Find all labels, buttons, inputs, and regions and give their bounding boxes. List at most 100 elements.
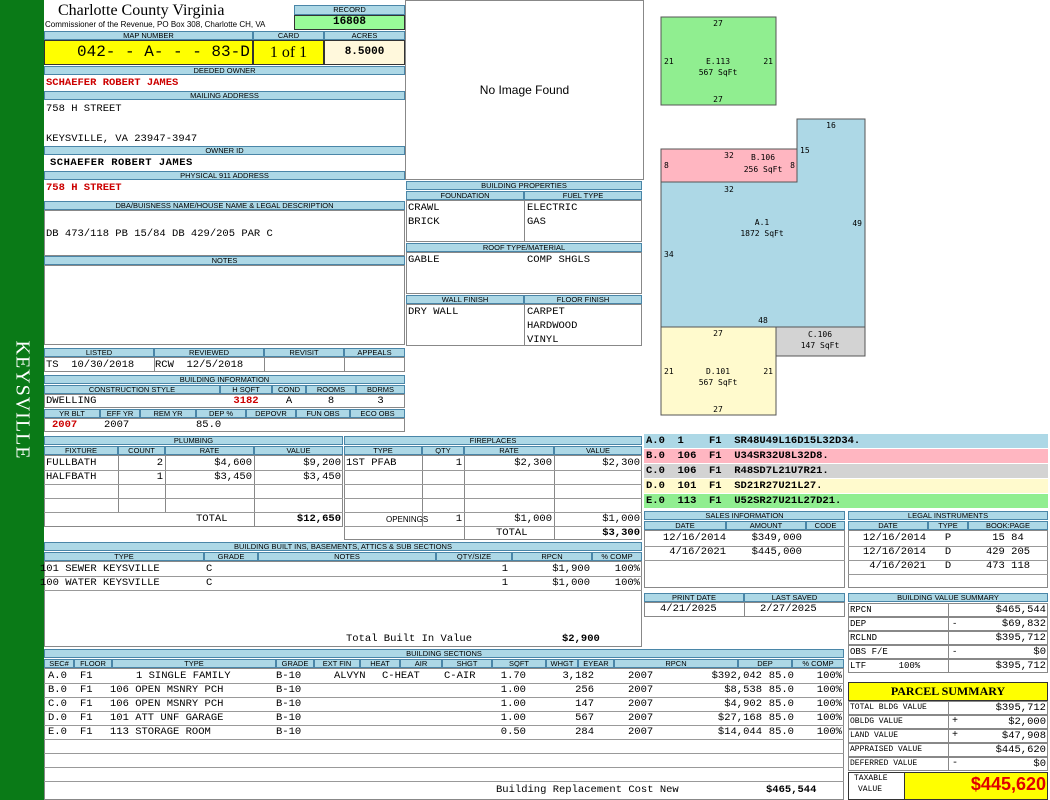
section-col-header: AIR xyxy=(400,659,442,668)
fireplace-rate: $2,300 xyxy=(514,457,552,469)
legal-col-type: TYPE xyxy=(928,521,968,530)
dim-d-top: 27 xyxy=(713,329,723,338)
section-rpcn: $27,168 xyxy=(717,712,762,724)
builtin-grade: C xyxy=(206,563,213,575)
section-eyear: 2007 xyxy=(628,698,654,710)
roof-type: GABLE xyxy=(408,254,440,266)
print-date-value: 4/21/2025 xyxy=(660,603,717,615)
bvs-value: $0 xyxy=(1033,646,1046,658)
fireplaces-col-rate: RATE xyxy=(464,446,554,455)
map-number-label: MAP NUMBER xyxy=(44,31,253,40)
plumbing-fixture: HALFBATH xyxy=(46,471,97,483)
plumbing-count: 1 xyxy=(156,471,163,483)
wall-finish-label: WALL FINISH xyxy=(406,295,524,304)
section-sec: B.0 xyxy=(48,684,67,696)
plumbing-fixture: FULLBATH xyxy=(46,457,97,469)
section-shgt: 0.50 xyxy=(500,726,526,738)
notes-label: NOTES xyxy=(44,256,405,265)
plumbing-rate: $3,450 xyxy=(214,471,252,483)
physical-address-label: PHYSICAL 911 ADDRESS xyxy=(44,171,405,180)
construction-style-label: CONSTRUCTION STYLE xyxy=(44,385,220,394)
section-sqft: 3,182 xyxy=(562,670,594,682)
taxable-label-2: VALUE xyxy=(858,785,883,794)
dep-value: 85.0 xyxy=(196,419,222,431)
parcel-value: $2,000 xyxy=(1008,716,1046,728)
builtins-col-grade: GRADE xyxy=(204,552,258,561)
fireplaces-col-qty: QTY xyxy=(422,446,464,455)
rooms-value: 8 xyxy=(327,395,335,407)
ecoobs-label: ECO OBS xyxy=(350,409,405,418)
section-dep: 85.0 xyxy=(768,670,794,682)
fireplaces-total-value: $3,300 xyxy=(602,527,640,539)
record-label: RECORD xyxy=(294,5,405,15)
vector-row: E.0 113 F1 U52SR27U21L27D21. xyxy=(644,494,1048,509)
vector-row: C.0 106 F1 R48SD7L21U7R21. xyxy=(644,464,1048,479)
openings-value: $1,000 xyxy=(602,513,640,525)
bdrms-value: 3 xyxy=(377,395,384,407)
section-type: 1 SINGLE FAMILY xyxy=(136,670,231,682)
dim-a-15: 15 xyxy=(800,146,810,155)
section-sqft: 147 xyxy=(575,698,594,710)
section-floor: F1 xyxy=(80,712,93,724)
legal-type: P xyxy=(944,532,952,544)
floor-1: CARPET xyxy=(527,306,565,318)
plumbing-col-value: VALUE xyxy=(254,446,343,455)
builtins-total-value: $2,900 xyxy=(562,633,600,645)
section-comp: 100% xyxy=(816,698,842,710)
section-grade: B-10 xyxy=(276,670,302,682)
deeded-owner-label: DEEDED OWNER xyxy=(44,66,405,75)
plumbing-total-label: TOTAL xyxy=(196,513,228,525)
section-shgt: 1.00 xyxy=(500,684,526,696)
listed-label: LISTED xyxy=(44,348,154,357)
section-col-header: SEC# xyxy=(44,659,74,668)
hsqft-value: 3182 xyxy=(233,395,259,407)
section-col-header: WHGT xyxy=(546,659,578,668)
side-bar-label: KEYSVILLE xyxy=(11,340,34,460)
floor-finish-label: FLOOR FINISH xyxy=(524,295,642,304)
section-col-header: FLOOR xyxy=(74,659,112,668)
plumbing-col-fixture: FIXTURE xyxy=(44,446,118,455)
legal-bookpage: 473 118 xyxy=(985,560,1031,572)
section-eyear: 2007 xyxy=(628,670,654,682)
county-title: Charlotte County Virginia xyxy=(58,2,225,19)
last-saved-value: 2/27/2025 xyxy=(760,603,817,615)
legal-date: 12/16/2014 xyxy=(862,546,926,558)
section-sec: D.0 xyxy=(48,712,67,724)
plumbing-col-rate: RATE xyxy=(165,446,254,455)
parcel-summary-label: PARCEL SUMMARY xyxy=(890,684,1006,698)
section-type: 113 STORAGE ROOM xyxy=(110,726,211,738)
taxable-value: $445,620 xyxy=(970,774,1046,794)
wall-finish: DRY WALL xyxy=(408,306,459,318)
reviewed-label: REVIEWED xyxy=(154,348,264,357)
owner-id-value: SCHAEFER ROBERT JAMES xyxy=(50,157,193,169)
remyr-label: REM YR xyxy=(140,409,196,418)
parcel-value: $395,712 xyxy=(995,702,1046,714)
section-sec: C.0 xyxy=(48,698,67,710)
section-col-header: SQFT xyxy=(492,659,546,668)
record-value: 16808 xyxy=(294,15,405,30)
legal-instruments-label: LEGAL INSTRUMENTS xyxy=(848,511,1048,520)
floor-2: HARDWOOD xyxy=(527,320,578,332)
section-col-header: HEAT xyxy=(360,659,400,668)
acres-label: ACRES xyxy=(324,31,405,40)
section-dep: 85.0 xyxy=(768,698,794,710)
bvs-label: RCLND xyxy=(850,633,878,643)
fireplaces-label: FIREPLACES xyxy=(344,436,642,445)
sales-amount: $445,000 xyxy=(751,546,802,558)
dim-b-bot: 32 xyxy=(724,185,734,194)
foundation-2: BRICK xyxy=(408,216,440,228)
section-air: C-AIR xyxy=(444,670,476,682)
area-a-code: A.1 xyxy=(755,218,770,227)
section-col-header: TYPE xyxy=(112,659,276,668)
section-sqft: 256 xyxy=(575,684,594,696)
section-eyear: 2007 xyxy=(628,726,654,738)
brcn-label: Building Replacement Cost New xyxy=(496,784,679,796)
bvs-value: $395,712 xyxy=(995,660,1046,672)
section-floor: F1 xyxy=(80,670,93,682)
section-comp: 100% xyxy=(816,712,842,724)
sales-col-amount: AMOUNT xyxy=(726,521,806,530)
sales-date: 12/16/2014 xyxy=(662,532,726,544)
builtin-comp: 100% xyxy=(614,577,640,589)
legal-bookpage: 429 205 xyxy=(985,546,1031,558)
card-value: 1 of 1 xyxy=(253,40,324,65)
